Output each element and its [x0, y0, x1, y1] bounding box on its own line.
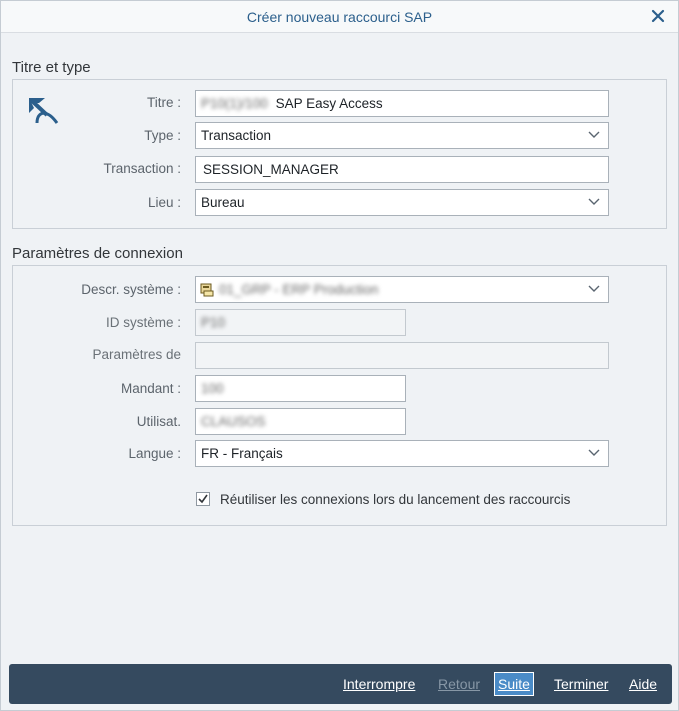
- titre-text: SAP Easy Access: [275, 96, 383, 111]
- retour-button[interactable]: Retour: [438, 676, 480, 692]
- suite-button[interactable]: Suite: [494, 672, 534, 696]
- title-bar: Créer nouveau raccourci SAP: [1, 1, 678, 33]
- utilisateur-label: Utilisat.: [136, 414, 181, 429]
- langue-value: FR - Français: [201, 446, 283, 461]
- parametres-field: [195, 342, 609, 369]
- mandant-label: Mandant :: [120, 381, 181, 396]
- titre-prefix: P10(1)/100: [201, 96, 268, 111]
- utilisateur-input[interactable]: CLAUSOS: [195, 408, 406, 435]
- titre-label: Titre :: [146, 95, 181, 110]
- interrompre-button[interactable]: Interrompre: [343, 676, 415, 692]
- id-systeme-value: P10: [201, 315, 226, 330]
- langue-label: Langue :: [128, 446, 181, 461]
- descr-systeme-value: 01_GRP - ERP Production: [219, 282, 379, 297]
- chevron-down-icon: [588, 131, 600, 138]
- id-systeme-label: ID système :: [105, 315, 181, 330]
- checkmark-icon: [198, 494, 208, 504]
- lieu-label: Lieu :: [147, 195, 181, 210]
- footer-toolbar: Interrompre Retour Suite Terminer Aide: [9, 664, 672, 704]
- langue-select[interactable]: FR - Français: [195, 440, 609, 467]
- utilisateur-value: CLAUSOS: [201, 414, 266, 429]
- terminer-button[interactable]: Terminer: [554, 676, 608, 692]
- type-label: Type :: [144, 128, 181, 143]
- dialog-window: Créer nouveau raccourci SAP Titre et typ…: [0, 0, 679, 711]
- mandant-value: 100: [201, 381, 224, 396]
- transaction-value: SESSION_MANAGER: [203, 162, 339, 177]
- descr-systeme-label: Descr. système :: [81, 282, 181, 297]
- transaction-label: Transaction :: [103, 161, 181, 176]
- type-value: Transaction: [201, 128, 272, 143]
- close-icon[interactable]: [648, 6, 668, 26]
- id-systeme-field: P10: [195, 309, 406, 336]
- titre-input[interactable]: P10(1)/100 SAP Easy Access: [195, 90, 609, 117]
- reuse-connections-checkbox[interactable]: [196, 492, 210, 506]
- type-select[interactable]: Transaction: [195, 122, 609, 149]
- descr-systeme-select[interactable]: 01_GRP - ERP Production: [195, 276, 609, 303]
- lieu-select[interactable]: Bureau: [195, 189, 609, 216]
- reuse-connections-label: Réutiliser les connexions lors du lancem…: [220, 492, 571, 507]
- parametres-label: Paramètres de: [92, 347, 181, 362]
- mandant-input[interactable]: 100: [195, 375, 406, 402]
- section-heading-connection: Paramètres de connexion: [12, 245, 183, 262]
- chevron-down-icon: [588, 285, 600, 292]
- aide-button[interactable]: Aide: [629, 676, 657, 692]
- lieu-value: Bureau: [201, 195, 245, 210]
- chevron-down-icon: [588, 198, 600, 205]
- dialog-title: Créer nouveau raccourci SAP: [246, 9, 433, 25]
- section-heading-title-type: Titre et type: [12, 59, 91, 76]
- chevron-down-icon: [588, 449, 600, 456]
- transaction-input[interactable]: SESSION_MANAGER: [195, 156, 609, 183]
